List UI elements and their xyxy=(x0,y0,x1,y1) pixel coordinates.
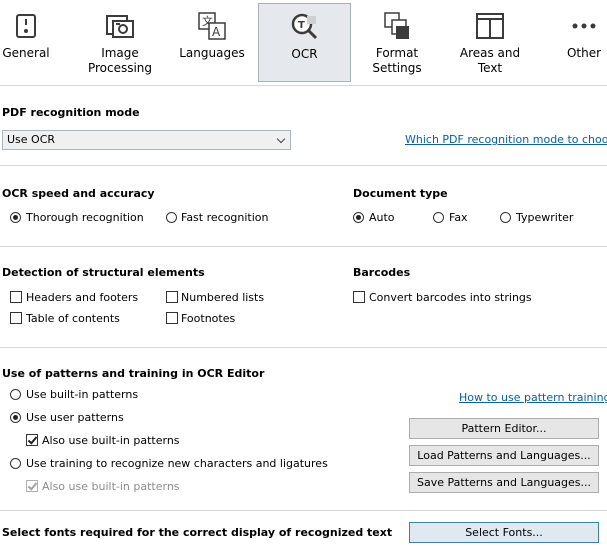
format-settings-icon xyxy=(384,12,409,39)
use-builtin-patterns-label: Use built-in patterns xyxy=(26,388,139,401)
tab-image-processing[interactable]: Image Processing xyxy=(86,3,154,82)
pdf-mode-select[interactable]: Use OCR xyxy=(2,130,291,150)
pdf-mode-help-link[interactable]: Which PDF recognition mode to choose? xyxy=(405,133,607,146)
toolbar-divider xyxy=(0,85,607,86)
patterns-heading: Use of patterns and training in OCR Edit… xyxy=(2,367,265,380)
chevron-down-icon xyxy=(276,134,286,144)
radio-doc-typewriter[interactable] xyxy=(500,212,511,223)
document-type-heading: Document type xyxy=(353,187,448,200)
checkbox-also-builtin-1[interactable] xyxy=(26,434,38,446)
tab-other[interactable]: Other xyxy=(563,3,605,82)
save-patterns-button[interactable]: Save Patterns and Languages... xyxy=(409,472,599,493)
pdf-mode-heading: PDF recognition mode xyxy=(2,106,140,119)
svg-text:T: T xyxy=(298,20,305,31)
tab-other-label: Other xyxy=(566,46,602,60)
pdf-mode-value: Use OCR xyxy=(7,133,56,146)
tab-image-processing-label: Image Processing xyxy=(87,46,153,75)
tab-areas-and-text[interactable]: Areas and Text xyxy=(449,3,531,82)
table-of-contents-label: Table of contents xyxy=(26,312,120,325)
radio-use-user-patterns[interactable] xyxy=(10,412,21,423)
tab-format-settings[interactable]: Format Settings xyxy=(364,3,430,82)
tab-languages[interactable]: 文 A Languages xyxy=(179,3,245,82)
more-dots-icon xyxy=(572,23,596,29)
section-divider xyxy=(0,510,607,511)
section-divider xyxy=(0,165,607,166)
doc-auto-label: Auto xyxy=(369,211,395,224)
general-icon xyxy=(16,14,36,38)
section-divider xyxy=(0,246,607,247)
radio-use-builtin-patterns[interactable] xyxy=(10,389,21,400)
numbered-lists-label: Numbered lists xyxy=(181,291,265,304)
headers-footers-label: Headers and footers xyxy=(26,291,139,304)
tab-ocr-label: OCR xyxy=(291,47,318,61)
barcodes-heading: Barcodes xyxy=(353,266,411,279)
image-processing-icon xyxy=(106,15,134,38)
checkbox-table-of-contents[interactable] xyxy=(10,312,22,324)
tab-areas-and-text-label: Areas and Text xyxy=(459,46,521,75)
ocr-speed-heading: OCR speed and accuracy xyxy=(2,187,155,200)
radio-fast-recognition[interactable] xyxy=(166,212,177,223)
checkbox-footnotes[interactable] xyxy=(166,312,178,324)
svg-text:A: A xyxy=(212,25,221,39)
structural-heading: Detection of structural elements xyxy=(2,266,205,279)
load-patterns-button[interactable]: Load Patterns and Languages... xyxy=(409,445,599,466)
also-builtin-1-label: Also use built-in patterns xyxy=(42,434,180,447)
tab-format-settings-label: Format Settings xyxy=(372,46,422,75)
checkbox-convert-barcodes[interactable] xyxy=(353,291,365,303)
convert-barcodes-label: Convert barcodes into strings xyxy=(369,291,532,304)
thorough-recognition-label: Thorough recognition xyxy=(26,211,144,224)
pattern-editor-button[interactable]: Pattern Editor... xyxy=(409,418,599,439)
section-divider xyxy=(0,347,607,348)
fast-recognition-label: Fast recognition xyxy=(181,211,269,224)
radio-thorough-recognition[interactable] xyxy=(10,212,21,223)
ocr-magnifier-icon: T xyxy=(291,13,317,40)
fonts-label: Select fonts required for the correct di… xyxy=(2,526,393,539)
footnotes-label: Footnotes xyxy=(181,312,236,325)
checkbox-numbered-lists[interactable] xyxy=(166,291,178,303)
tab-general[interactable]: General xyxy=(0,3,52,82)
doc-typewriter-label: Typewriter xyxy=(516,211,574,224)
radio-use-training[interactable] xyxy=(10,458,21,469)
doc-fax-label: Fax xyxy=(449,211,468,224)
tab-ocr[interactable]: T OCR xyxy=(258,3,351,82)
select-fonts-button[interactable]: Select Fonts... xyxy=(409,522,599,543)
radio-doc-fax[interactable] xyxy=(433,212,444,223)
use-user-patterns-label: Use user patterns xyxy=(26,411,124,424)
radio-doc-auto[interactable] xyxy=(353,212,364,223)
tab-general-label: General xyxy=(2,46,50,60)
tab-languages-label: Languages xyxy=(179,46,245,60)
languages-icon: 文 A xyxy=(198,12,226,40)
checkbox-headers-footers[interactable] xyxy=(10,291,22,303)
use-training-label: Use training to recognize new characters… xyxy=(26,457,328,470)
areas-text-icon xyxy=(476,13,504,39)
pattern-training-help-link[interactable]: How to use pattern training? xyxy=(459,391,607,404)
checkbox-also-builtin-2[interactable] xyxy=(26,480,38,492)
also-builtin-2-label: Also use built-in patterns xyxy=(42,480,180,493)
